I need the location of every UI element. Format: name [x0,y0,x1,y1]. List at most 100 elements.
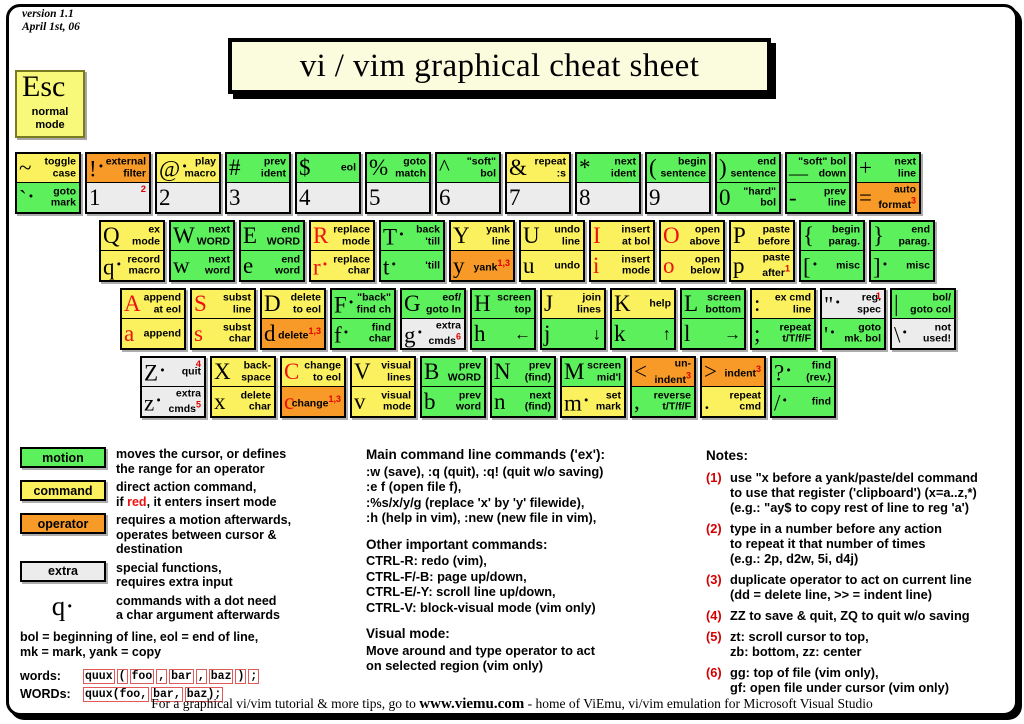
key-number-row-1-upper[interactable]: !externalfilter [87,154,149,183]
key-q-row-8-lower[interactable]: o open below [661,251,723,280]
key-a-row-1[interactable]: Ssubst line s subst char [190,288,256,350]
key-z-row-4[interactable]: Bprev WORD b prev word [420,356,486,418]
key-z-row-7[interactable]: < un-indent3, reverse t/T/f/F [630,356,696,418]
key-a-row-7-upper[interactable]: Khelp [612,290,674,319]
key-a-row-4[interactable]: Geof/goto lngextracmds6 [400,288,466,350]
key-a-row-1-upper[interactable]: Ssubst line [192,290,254,319]
key-q-row-5-lower[interactable]: y yank1,3 [451,251,513,280]
key-q-row-8[interactable]: Oopen above o open below [659,220,725,282]
key-q-row-7-lower[interactable]: i insert mode [591,251,653,280]
key-a-row-1-lower[interactable]: s subst char [192,319,254,348]
key-number-row-6-upper[interactable]: ^ "soft" bol [437,154,499,183]
key-q-row-8-upper[interactable]: Oopen above [661,222,723,251]
key-number-row-1-lower[interactable]: 12 [87,183,149,212]
key-a-row-2-lower[interactable]: d delete1,3 [262,319,324,348]
key-q-row-1-upper[interactable]: Wnext WORD [171,222,233,251]
key-q-row-9[interactable]: Ppaste before p paste after1 [729,220,795,282]
key-number-row-6[interactable]: ^ "soft" bol 6 [435,152,501,214]
key-a-row-11-lower[interactable]: \ notused! [892,319,954,348]
key-q-row-11-upper[interactable]: } end parag. [871,222,933,251]
key-a-row-6-upper[interactable]: Jjoin lines [542,290,604,319]
key-number-row-8[interactable]: * next ident 8 [575,152,641,214]
key-a-row-10[interactable]: "reg.spec1' gotomk. bol [820,288,886,350]
key-z-row-5-upper[interactable]: Nprev (find) [492,358,554,387]
key-q-row-0[interactable]: Qexmodeqrecordmacro [99,220,165,282]
key-a-row-0-upper[interactable]: Aappend at eol [122,290,184,319]
key-a-row-4-upper[interactable]: Geof/goto ln [402,290,464,319]
key-number-row-3[interactable]: # prev ident 3 [225,152,291,214]
key-z-row-6[interactable]: Mscreenmid'lmsetmark [560,356,626,418]
key-number-row-4[interactable]: $ eol 4 [295,152,361,214]
key-number-row-4-upper[interactable]: $ eol [297,154,359,183]
key-q-row-11-lower[interactable]: ] misc [871,251,933,280]
key-a-row-8-lower[interactable]: l → [682,319,744,348]
key-a-row-5-lower[interactable]: h ← [472,319,534,348]
key-q-row-3[interactable]: Rreplacemoderreplacechar [309,220,375,282]
key-number-row-3-lower[interactable]: 3 [227,183,289,212]
key-q-row-5[interactable]: Yyank line y yank1,3 [449,220,515,282]
key-q-row-4[interactable]: Tback'tillt'till [379,220,445,282]
key-z-row-1[interactable]: Xback-space x delete char [210,356,276,418]
key-number-row-10-upper[interactable]: ) end sentence [717,154,779,183]
key-q-row-5-upper[interactable]: Yyank line [451,222,513,251]
key-number-row-3-upper[interactable]: # prev ident [227,154,289,183]
key-q-row-2[interactable]: Eend WORD e end word [239,220,305,282]
key-q-row-6-upper[interactable]: Uundo line [521,222,583,251]
key-number-row-8-lower[interactable]: 8 [577,183,639,212]
key-number-row-9-lower[interactable]: 9 [647,183,709,212]
key-number-row-12[interactable]: + next line = auto format3 [855,152,921,214]
key-a-row-3-upper[interactable]: F"back"find ch [332,290,394,319]
key-number-row-0-upper[interactable]: ~ toggle case [17,154,79,183]
key-a-row-5[interactable]: Hscreen top h ← [470,288,536,350]
key-number-row-11-lower[interactable]: - prev line [787,183,849,212]
key-q-row-7-upper[interactable]: Iinsert at bol [591,222,653,251]
key-q-row-6-lower[interactable]: u undo [521,251,583,280]
key-a-row-3-lower[interactable]: f findchar [332,319,394,348]
key-z-row-1-lower[interactable]: x delete char [212,387,274,416]
key-z-row-6-upper[interactable]: Mscreen mid'l [562,358,624,387]
key-number-row-6-lower[interactable]: 6 [437,183,499,212]
key-number-row-8-upper[interactable]: * next ident [577,154,639,183]
key-a-row-11-upper[interactable]: | bol/goto col [892,290,954,319]
key-q-row-1-lower[interactable]: w next word [171,251,233,280]
key-q-row-6[interactable]: Uundo line u undo [519,220,585,282]
key-q-row-9-upper[interactable]: Ppaste before [731,222,793,251]
key-number-row-5[interactable]: % goto match 5 [365,152,431,214]
key-a-row-6[interactable]: Jjoin lines j ↓ [540,288,606,350]
key-z-row-0-upper[interactable]: Zquit4 [142,358,204,387]
key-number-row-9[interactable]: (begin sentence 9 [645,152,711,214]
key-number-row-12-lower[interactable]: = auto format3 [857,183,919,212]
key-a-row-0[interactable]: Aappend at eol a append [120,288,186,350]
key-number-row-5-upper[interactable]: % goto match [367,154,429,183]
key-number-row-0-lower[interactable]: ` gotomark [17,183,79,212]
key-a-row-11[interactable]: | bol/goto col\ notused! [890,288,956,350]
key-q-row-2-upper[interactable]: Eend WORD [241,222,303,251]
key-number-row-5-lower[interactable]: 5 [367,183,429,212]
key-z-row-6-lower[interactable]: msetmark [562,387,624,416]
key-q-row-7[interactable]: Iinsert at bol i insert mode [589,220,655,282]
key-z-row-0[interactable]: Zquit4zextracmds5 [140,356,206,418]
key-number-row-10-lower[interactable]: 0 "hard" bol [717,183,779,212]
key-number-row-7-upper[interactable]: & repeat:s [507,154,569,183]
key-a-row-2-upper[interactable]: Ddelete to eol [262,290,324,319]
key-q-row-10[interactable]: {beginparag. [misc [799,220,865,282]
key-a-row-9-lower[interactable]: ; repeat t/T/f/F [752,319,814,348]
key-number-row-9-upper[interactable]: (begin sentence [647,154,709,183]
key-q-row-4-lower[interactable]: t 'till [381,251,443,280]
key-z-row-3-upper[interactable]: Vvisual lines [352,358,414,387]
key-z-row-2-upper[interactable]: Cchange to eol [282,358,344,387]
key-number-row-7[interactable]: & repeat:s 7 [505,152,571,214]
key-z-row-8[interactable]: > indent3. repeat cmd [700,356,766,418]
key-z-row-4-upper[interactable]: Bprev WORD [422,358,484,387]
key-z-row-4-lower[interactable]: b prev word [422,387,484,416]
key-z-row-7-lower[interactable]: , reverse t/T/f/F [632,387,694,416]
key-q-row-0-upper[interactable]: Qex mode [101,222,163,251]
key-z-row-8-upper[interactable]: > indent3 [702,358,764,387]
key-a-row-7[interactable]: Khelp k ↑ [610,288,676,350]
footer-url[interactable]: www.viemu.com [419,696,524,712]
key-number-row-2-upper[interactable]: @playmacro [157,154,219,183]
key-a-row-8[interactable]: Lscreen bottom l → [680,288,746,350]
key-a-row-4-lower[interactable]: gextracmds6 [402,319,464,348]
key-q-row-10-upper[interactable]: {begin parag. [801,222,863,251]
key-q-row-0-lower[interactable]: qrecordmacro [101,251,163,280]
